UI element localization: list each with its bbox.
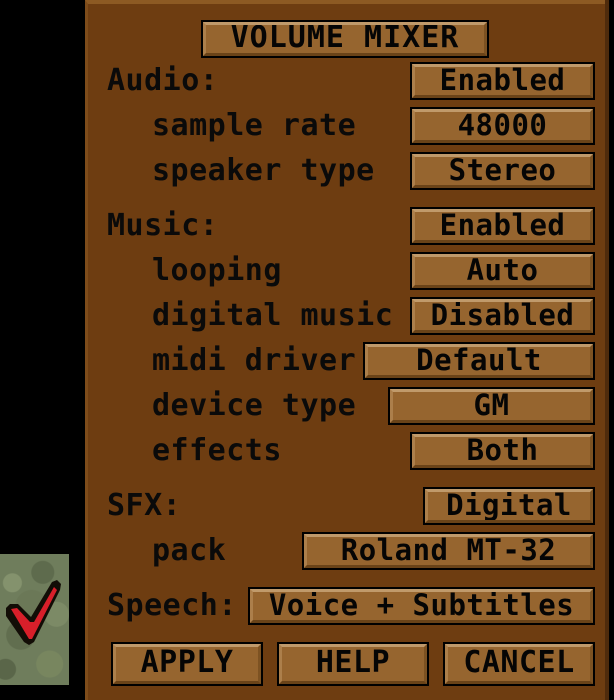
- value-speech[interactable]: Voice + Subtitles: [248, 587, 595, 625]
- value-music-label: Enabled: [439, 209, 566, 242]
- value-pack-face[interactable]: Roland MT-32: [304, 534, 593, 568]
- help-button[interactable]: HELP: [277, 642, 429, 686]
- value-midi_driver-face[interactable]: Default: [365, 344, 593, 378]
- label-effects: effects: [152, 433, 282, 468]
- value-effects-face[interactable]: Both: [412, 434, 593, 468]
- value-midi_driver[interactable]: Default: [363, 342, 595, 380]
- value-speech-label: Voice + Subtitles: [268, 589, 575, 622]
- apply-button-face[interactable]: APPLY: [113, 644, 261, 684]
- value-speech-face[interactable]: Voice + Subtitles: [250, 589, 593, 623]
- page-title-label: VOLUME MIXER: [230, 22, 460, 55]
- page-title: VOLUME MIXER: [201, 20, 489, 58]
- label-device_type: device type: [152, 388, 357, 423]
- value-audio[interactable]: Enabled: [410, 62, 595, 100]
- apply-button-label: APPLY: [140, 645, 234, 680]
- cancel-button-label: CANCEL: [463, 645, 575, 680]
- value-device_type[interactable]: GM: [388, 387, 595, 425]
- label-music: Music:: [107, 208, 219, 243]
- label-speech: Speech:: [107, 588, 237, 623]
- value-speaker_type-label: Stereo: [448, 154, 557, 187]
- value-speaker_type[interactable]: Stereo: [410, 152, 595, 190]
- help-button-face[interactable]: HELP: [279, 644, 427, 684]
- value-effects[interactable]: Both: [410, 432, 595, 470]
- value-audio-face[interactable]: Enabled: [412, 64, 593, 98]
- label-sfx: SFX:: [107, 488, 182, 523]
- label-sample_rate: sample rate: [152, 108, 357, 143]
- value-digital_music-face[interactable]: Disabled: [412, 299, 593, 333]
- value-sfx-face[interactable]: Digital: [425, 489, 593, 523]
- value-digital_music-label: Disabled: [430, 299, 575, 332]
- value-sample_rate-face[interactable]: 48000: [412, 109, 593, 143]
- checkmark-artwork: [0, 554, 69, 685]
- value-looping-label: Auto: [466, 254, 539, 287]
- value-speaker_type-face[interactable]: Stereo: [412, 154, 593, 188]
- value-device_type-label: GM: [473, 389, 510, 422]
- value-digital_music[interactable]: Disabled: [410, 297, 595, 335]
- value-music-face[interactable]: Enabled: [412, 209, 593, 243]
- value-midi_driver-label: Default: [416, 344, 542, 377]
- label-audio: Audio:: [107, 63, 219, 98]
- value-sample_rate-label: 48000: [457, 109, 548, 142]
- value-audio-label: Enabled: [439, 64, 566, 97]
- value-looping-face[interactable]: Auto: [412, 254, 593, 288]
- label-speaker_type: speaker type: [152, 153, 375, 188]
- value-sfx-label: Digital: [446, 489, 572, 522]
- panel-right-edge: [605, 0, 609, 700]
- label-pack: pack: [152, 533, 227, 568]
- apply-button[interactable]: APPLY: [111, 642, 263, 686]
- label-digital_music: digital music: [152, 298, 394, 333]
- label-looping: looping: [152, 253, 282, 288]
- value-device_type-face[interactable]: GM: [390, 389, 593, 423]
- help-button-label: HELP: [315, 645, 391, 680]
- value-sample_rate[interactable]: 48000: [410, 107, 595, 145]
- red-checkmark-icon: [6, 580, 61, 645]
- cancel-button-face[interactable]: CANCEL: [445, 644, 593, 684]
- value-pack-label: Roland MT-32: [340, 534, 557, 567]
- label-midi_driver: midi driver: [152, 343, 357, 378]
- value-sfx[interactable]: Digital: [423, 487, 595, 525]
- cancel-button[interactable]: CANCEL: [443, 642, 595, 686]
- volume-mixer-panel: VOLUME MIXER Audio: Enabled sample rate 480…: [85, 0, 609, 700]
- value-pack[interactable]: Roland MT-32: [302, 532, 595, 570]
- game-screen: VOLUME MIXER Audio: Enabled sample rate 480…: [0, 0, 614, 700]
- title-plate-face: VOLUME MIXER: [203, 22, 487, 56]
- value-effects-label: Both: [466, 434, 539, 467]
- value-looping[interactable]: Auto: [410, 252, 595, 290]
- value-music[interactable]: Enabled: [410, 207, 595, 245]
